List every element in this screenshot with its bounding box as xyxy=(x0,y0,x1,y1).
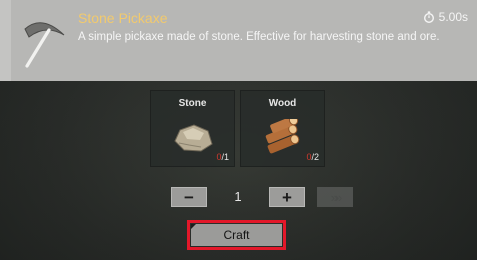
recipe-header: Stone Pickaxe A simple pickaxe made of s… xyxy=(0,0,477,81)
craft-timer: 5.00s xyxy=(423,10,468,24)
max-quantity-button[interactable]: »» xyxy=(317,187,353,207)
ingredient-slot-wood[interactable]: Wood 0/2 xyxy=(240,90,325,167)
quantity-value: 1 xyxy=(234,189,242,204)
craft-button[interactable]: Craft xyxy=(191,224,282,246)
increase-quantity-button[interactable]: + xyxy=(269,187,305,207)
decrease-quantity-button[interactable]: − xyxy=(171,187,207,207)
craft-button-label: Craft xyxy=(223,228,250,242)
ingredient-slot-stone[interactable]: Stone 0/1 xyxy=(150,90,235,167)
craft-button-corner xyxy=(191,224,196,229)
ingredient-name: Stone xyxy=(178,98,207,109)
pickaxe-icon xyxy=(24,22,65,68)
recipe-title: Stone Pickaxe xyxy=(78,10,168,26)
ingredient-count: 0/1 xyxy=(216,152,229,162)
stone-icon xyxy=(174,124,213,152)
ingredient-name: Wood xyxy=(268,98,297,109)
required-count: /1 xyxy=(221,152,229,162)
required-count: /2 xyxy=(311,152,319,162)
recipe-description: A simple pickaxe made of stone. Effectiv… xyxy=(78,31,440,43)
ingredient-count: 0/2 xyxy=(306,152,319,162)
wood-logs-icon xyxy=(265,119,300,154)
stopwatch-icon xyxy=(423,11,434,23)
craft-time: 5.00s xyxy=(438,10,468,24)
